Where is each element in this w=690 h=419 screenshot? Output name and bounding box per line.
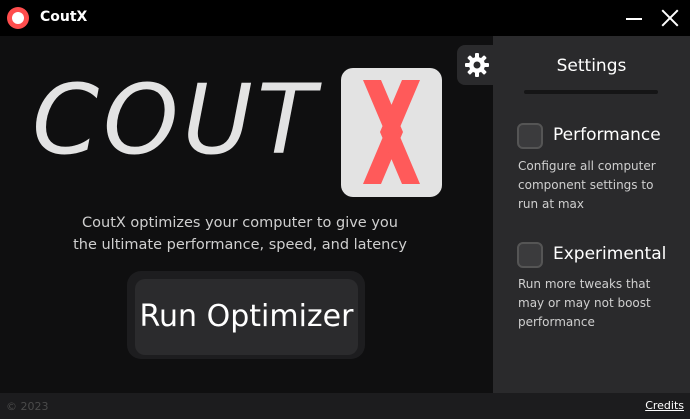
experimental-description: Run more tweaks that may or may not boos… [518, 275, 690, 332]
settings-divider [524, 90, 658, 94]
experimental-desc-line-1: Run more tweaks that [518, 277, 651, 291]
footer-bar [0, 393, 690, 419]
logo-x-tile [341, 68, 442, 197]
performance-desc-line-2: component settings to [518, 178, 654, 192]
experimental-checkbox[interactable] [517, 242, 543, 268]
run-optimizer-button[interactable]: Run Optimizer [135, 279, 358, 355]
logo-x-icon [363, 80, 420, 184]
experimental-label: Experimental [553, 244, 667, 264]
gear-icon [465, 53, 489, 77]
tagline-line-1: CoutX optimizes your computer to give yo… [82, 215, 398, 231]
performance-description: Configure all computer component setting… [518, 157, 690, 214]
credits-link[interactable]: Credits [645, 399, 684, 412]
title-bar [0, 0, 690, 36]
tagline-line-2: the ultimate performance, speed, and lat… [73, 237, 407, 253]
close-icon[interactable] [660, 8, 680, 28]
tagline: CoutX optimizes your computer to give yo… [50, 212, 430, 256]
settings-title: Settings [556, 56, 627, 76]
app-logo-icon [7, 7, 29, 29]
settings-toggle-button[interactable] [457, 45, 497, 85]
experimental-desc-line-2: may or may not boost [518, 296, 651, 310]
experimental-desc-line-3: performance [518, 315, 595, 329]
performance-desc-line-1: Configure all computer [518, 159, 656, 173]
performance-label: Performance [553, 125, 661, 145]
performance-desc-line-3: run at max [518, 197, 584, 211]
minimize-icon[interactable] [626, 8, 642, 26]
copyright-text: © 2023 [6, 400, 49, 413]
window-title: CoutX [40, 9, 88, 25]
logo-wordmark: COUT [32, 64, 320, 176]
settings-panel: Settings Performance Configure all compu… [493, 36, 690, 393]
performance-checkbox[interactable] [517, 123, 543, 149]
